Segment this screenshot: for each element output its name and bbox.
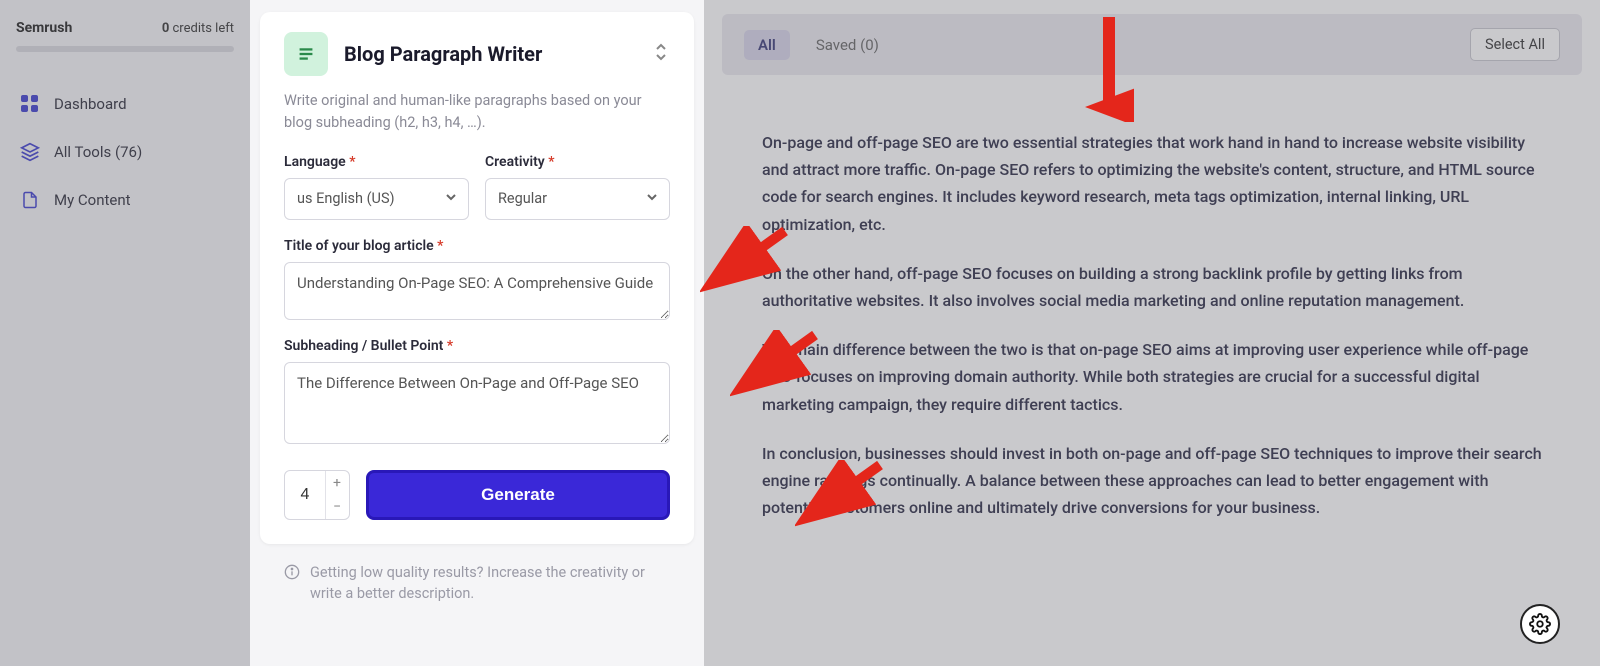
sidebar-item-dashboard[interactable]: Dashboard xyxy=(10,82,240,126)
step-up[interactable]: + xyxy=(326,471,348,495)
results-area: All Saved (0) Select All On-page and off… xyxy=(704,0,1600,666)
subheading-label: Subheading / Bullet Point * xyxy=(284,338,670,354)
result-paragraph: On the other hand, off-page SEO focuses … xyxy=(762,260,1542,314)
dashboard-icon xyxy=(20,94,40,114)
results-toolbar: All Saved (0) Select All xyxy=(722,14,1582,75)
layers-icon xyxy=(20,142,40,162)
hint-text: Getting low quality results? Increase th… xyxy=(250,544,704,606)
tool-icon xyxy=(284,32,328,76)
creativity-value: Regular xyxy=(498,190,547,207)
tool-title: Blog Paragraph Writer xyxy=(344,42,638,66)
tool-panel: Blog Paragraph Writer Write original and… xyxy=(250,0,704,666)
sidebar: Semrush 0 credits left Dashboard All Too… xyxy=(0,0,250,666)
credits-left: 0 credits left xyxy=(162,21,234,36)
result-paragraph: The main difference between the two is t… xyxy=(762,336,1542,418)
result-paragraph: In conclusion, businesses should invest … xyxy=(762,440,1542,522)
chevron-down-icon xyxy=(444,190,458,208)
chevron-down-icon xyxy=(645,190,659,208)
document-icon xyxy=(20,190,40,210)
step-down[interactable]: − xyxy=(326,495,348,519)
title-input[interactable] xyxy=(284,262,670,320)
settings-button[interactable] xyxy=(1520,604,1560,644)
generate-button[interactable]: Generate xyxy=(366,470,670,520)
tab-all[interactable]: All xyxy=(744,30,790,60)
subheading-input[interactable] xyxy=(284,362,670,444)
count-stepper[interactable]: + − xyxy=(284,470,350,520)
creativity-label: Creativity * xyxy=(485,154,670,170)
tool-description: Write original and human-like paragraphs… xyxy=(284,90,670,134)
creativity-select[interactable]: Regular xyxy=(485,178,670,220)
language-select[interactable]: us English (US) xyxy=(284,178,469,220)
sidebar-item-label: All Tools (76) xyxy=(54,143,142,161)
select-all-button[interactable]: Select All xyxy=(1470,28,1560,61)
tab-saved[interactable]: Saved (0) xyxy=(816,36,879,54)
info-icon xyxy=(284,564,300,606)
brand-name: Semrush xyxy=(16,20,72,36)
expand-icon[interactable] xyxy=(654,43,670,65)
sidebar-item-my-content[interactable]: My Content xyxy=(10,178,240,222)
sidebar-item-label: My Content xyxy=(54,191,131,209)
sidebar-item-label: Dashboard xyxy=(54,95,127,113)
result-paragraph: On-page and off-page SEO are two essenti… xyxy=(762,129,1542,238)
credits-progress xyxy=(16,46,234,52)
result-card[interactable]: On-page and off-page SEO are two essenti… xyxy=(722,95,1582,655)
count-input[interactable] xyxy=(285,486,325,504)
sidebar-item-all-tools[interactable]: All Tools (76) xyxy=(10,130,240,174)
language-label: Language * xyxy=(284,154,469,170)
gear-icon xyxy=(1529,613,1551,635)
title-label: Title of your blog article * xyxy=(284,238,670,254)
language-value: us English (US) xyxy=(297,190,395,207)
